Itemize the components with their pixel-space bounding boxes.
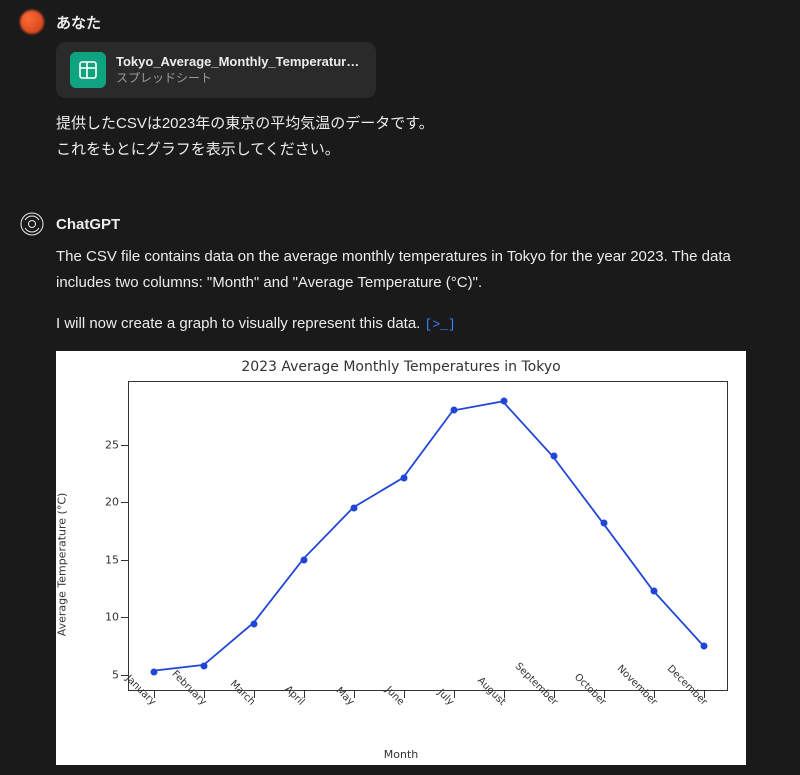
- attachment-filename: Tokyo_Average_Monthly_Temperatures...: [116, 54, 362, 69]
- chatgpt-avatar: [20, 212, 44, 236]
- chart-ylabel: Average Temperature (°C): [56, 492, 69, 636]
- data-point: [601, 519, 608, 526]
- y-tick-label: 25: [105, 438, 119, 451]
- y-tick: [121, 445, 129, 446]
- y-tick-label: 20: [105, 496, 119, 509]
- y-tick-label: 15: [105, 553, 119, 566]
- y-tick-label: 10: [105, 611, 119, 624]
- x-tick: [454, 690, 455, 698]
- assistant-message: ChatGPT The CSV file contains data on th…: [0, 202, 800, 775]
- attachment-filetype: スプレッドシート: [116, 69, 362, 86]
- chart-title: 2023 Average Monthly Temperatures in Tok…: [56, 359, 746, 375]
- user-text-line1: 提供したCSVは2023年の東京の平均気温のデータです。: [56, 112, 780, 136]
- user-text: 提供したCSVは2023年の東京の平均気温のデータです。 これをもとにグラフを表…: [56, 112, 780, 162]
- assistant-text: The CSV file contains data on the averag…: [56, 244, 780, 337]
- assistant-para2-text: I will now create a graph to visually re…: [56, 315, 425, 332]
- assistant-para2: I will now create a graph to visually re…: [56, 311, 780, 337]
- data-point: [151, 669, 158, 676]
- user-header: あなた: [20, 10, 780, 34]
- data-point: [301, 556, 308, 563]
- attachment-info: Tokyo_Average_Monthly_Temperatures... スプ…: [116, 54, 362, 86]
- data-point: [501, 398, 508, 405]
- y-tick: [121, 560, 129, 561]
- data-point: [201, 663, 208, 670]
- code-execution-badge[interactable]: [>_]: [425, 317, 456, 332]
- data-point: [351, 505, 358, 512]
- x-tick: [304, 690, 305, 698]
- assistant-para1: The CSV file contains data on the averag…: [56, 244, 780, 297]
- assistant-body: The CSV file contains data on the averag…: [56, 244, 780, 765]
- spreadsheet-icon: [70, 52, 106, 88]
- user-avatar: [20, 10, 44, 34]
- user-name: あなた: [56, 12, 101, 33]
- y-tick: [121, 617, 129, 618]
- y-tick-label: 5: [112, 668, 119, 681]
- data-point: [701, 642, 708, 649]
- user-body: Tokyo_Average_Monthly_Temperatures... スプ…: [56, 42, 780, 162]
- x-tick-label: July: [435, 687, 455, 707]
- y-tick: [121, 502, 129, 503]
- assistant-header: ChatGPT: [20, 212, 780, 236]
- file-attachment[interactable]: Tokyo_Average_Monthly_Temperatures... スプ…: [56, 42, 376, 98]
- data-point: [651, 587, 658, 594]
- chart: 2023 Average Monthly Temperatures in Tok…: [56, 351, 746, 765]
- x-tick: [354, 690, 355, 698]
- chart-xlabel: Month: [56, 748, 746, 761]
- user-message: あなた Tokyo_Average_Monthly_Temperatures..…: [0, 0, 800, 174]
- assistant-name: ChatGPT: [56, 216, 120, 233]
- x-tick: [404, 690, 405, 698]
- data-point: [451, 407, 458, 414]
- data-point: [401, 475, 408, 482]
- line-path: [129, 382, 727, 690]
- plot-area: 510152025JanuaryFebruaryMarchAprilMayJun…: [128, 381, 728, 691]
- data-point: [551, 453, 558, 460]
- data-point: [251, 621, 258, 628]
- user-text-line2: これをもとにグラフを表示してください。: [56, 138, 780, 162]
